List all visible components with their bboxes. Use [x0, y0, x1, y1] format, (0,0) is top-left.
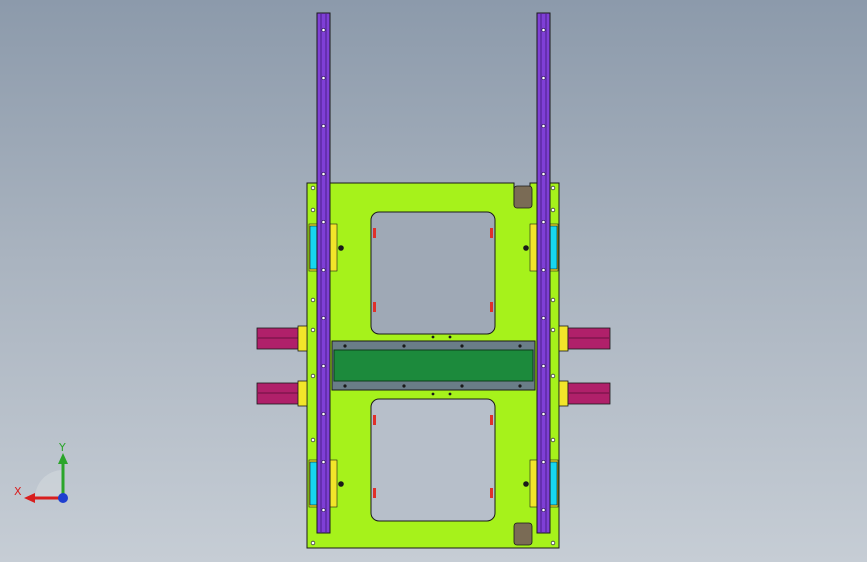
center-beam[interactable]	[333, 349, 534, 382]
right-linear-rail[interactable]	[536, 12, 551, 534]
bottom-gusset	[513, 522, 533, 546]
upper-window	[370, 211, 496, 335]
triad-plane	[35, 470, 63, 498]
right-cylinder-upper[interactable]	[558, 325, 611, 352]
cad-viewport[interactable]: X Y	[0, 0, 867, 562]
x-axis-label: X	[14, 485, 22, 498]
y-axis-label: Y	[58, 441, 66, 454]
left-cylinder-lower[interactable]	[256, 380, 308, 407]
orientation-triad: X Y	[14, 441, 68, 503]
x-axis-head	[24, 493, 35, 503]
left-cylinder-upper[interactable]	[256, 325, 308, 352]
z-axis-dot	[58, 493, 68, 503]
lower-window	[370, 398, 496, 522]
top-gusset	[513, 185, 533, 209]
assembly-model[interactable]	[0, 0, 867, 562]
left-linear-rail[interactable]	[316, 12, 331, 534]
right-cylinder-lower[interactable]	[558, 380, 611, 407]
y-axis-head	[58, 453, 68, 464]
